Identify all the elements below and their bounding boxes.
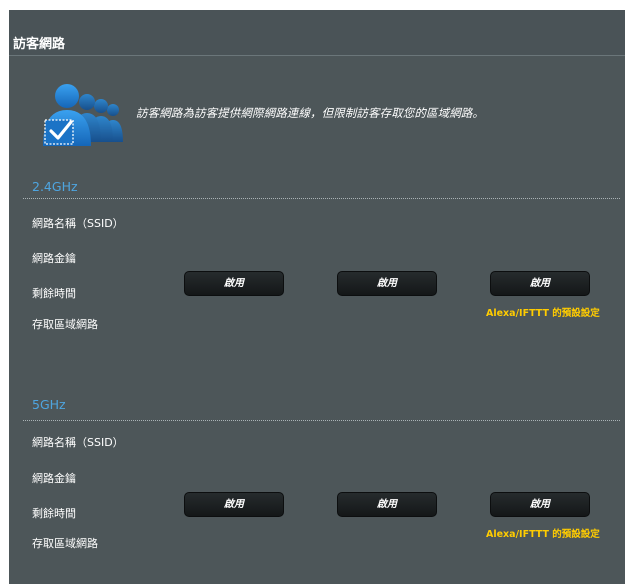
guest-network-panel: 訪客網路 訪客網路為訪客提供網際網路連線，但限制訪客存取您的區域網路。 2.4G… [9, 10, 625, 584]
intranet-access-label: 存取區域網路 [32, 537, 98, 550]
enable-button-2-4ghz-1[interactable]: 啟用 [184, 271, 284, 296]
band-label-2-4ghz: 2.4GHz [32, 179, 78, 194]
guest-users-icon [31, 80, 131, 150]
band-label-5ghz: 5GHz [32, 397, 66, 412]
alexa-ifttt-default-note: Alexa/IFTTT 的預設設定 [486, 529, 600, 540]
enable-button-5ghz-1[interactable]: 啟用 [184, 492, 284, 517]
intranet-access-label: 存取區域網路 [32, 318, 98, 331]
enable-button-5ghz-2[interactable]: 啟用 [337, 492, 437, 517]
divider [23, 198, 620, 199]
enable-button-5ghz-3[interactable]: 啟用 [490, 492, 590, 517]
guest-network-description: 訪客網路為訪客提供網際網路連線，但限制訪客存取您的區域網路。 [136, 106, 484, 120]
network-key-label: 網路金鑰 [32, 252, 76, 265]
panel-header: 訪客網路 [9, 10, 625, 56]
enable-button-2-4ghz-3[interactable]: 啟用 [490, 271, 590, 296]
enable-button-2-4ghz-2[interactable]: 啟用 [337, 271, 437, 296]
remaining-time-label: 剩餘時間 [32, 507, 76, 520]
network-key-label: 網路金鑰 [32, 472, 76, 485]
remaining-time-label: 剩餘時間 [32, 287, 76, 300]
ssid-label: 網路名稱（SSID） [32, 217, 124, 230]
alexa-ifttt-default-note: Alexa/IFTTT 的預設設定 [486, 308, 600, 319]
divider [23, 420, 620, 421]
page-title: 訪客網路 [13, 37, 66, 52]
ssid-label: 網路名稱（SSID） [32, 436, 124, 449]
